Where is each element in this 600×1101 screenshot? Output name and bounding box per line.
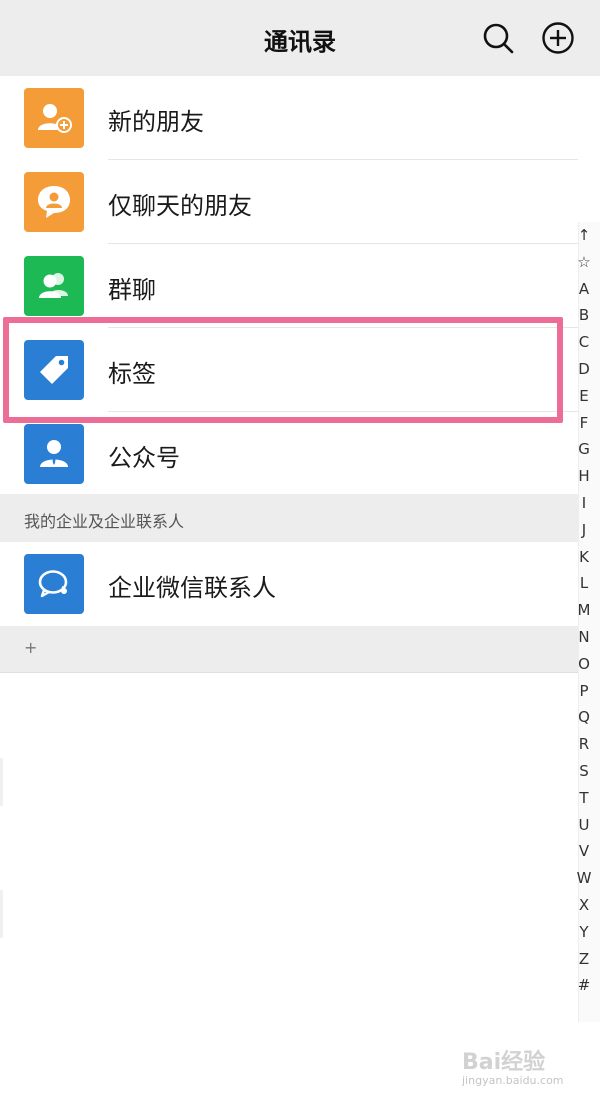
tags-row[interactable]: 标签: [0, 328, 578, 412]
official-account-icon: [24, 424, 84, 484]
enterprise-section-header: 我的企业及企业联系人: [0, 494, 600, 542]
section-title: 我的企业及企业联系人: [24, 512, 185, 531]
index-letter[interactable]: D: [572, 356, 596, 383]
group-chat-icon: [24, 256, 84, 316]
index-letter[interactable]: Y: [572, 919, 596, 946]
index-letter[interactable]: G: [572, 436, 596, 463]
index-letter[interactable]: #: [572, 972, 596, 999]
index-letter[interactable]: E: [572, 383, 596, 410]
index-letter[interactable]: P: [572, 678, 596, 705]
footer-bar: +: [0, 626, 600, 673]
row-label: 仅聊天的朋友: [108, 192, 252, 220]
index-letter[interactable]: F: [572, 410, 596, 437]
index-letter[interactable]: ↑: [572, 222, 596, 249]
index-letter[interactable]: M: [572, 597, 596, 624]
alphabet-index-bar[interactable]: ↑ ☆ A B C D E F G H I J K L M N O P Q R S T U V W X Y Z #: [572, 222, 596, 999]
index-letter[interactable]: T: [572, 785, 596, 812]
add-friend-icon: [24, 88, 84, 148]
edge-mark: [0, 890, 3, 938]
row-label: 新的朋友: [108, 108, 204, 136]
index-letter[interactable]: K: [572, 544, 596, 571]
add-circle-icon: [542, 22, 574, 54]
row-label: 群聊: [108, 276, 156, 304]
watermark-url: jingyan.baidu.com: [462, 1074, 564, 1087]
index-letter[interactable]: R: [572, 731, 596, 758]
index-letter[interactable]: W: [572, 865, 596, 892]
plus-label: +: [24, 638, 38, 657]
index-letter[interactable]: ☆: [572, 249, 596, 276]
index-letter[interactable]: H: [572, 463, 596, 490]
index-letter[interactable]: N: [572, 624, 596, 651]
index-letter[interactable]: X: [572, 892, 596, 919]
top-bar: 通讯录: [0, 0, 600, 76]
index-letter[interactable]: S: [572, 758, 596, 785]
wecom-contact-icon: [24, 554, 84, 614]
chat-only-friend-icon: [24, 172, 84, 232]
index-letter[interactable]: I: [572, 490, 596, 517]
index-letter[interactable]: C: [572, 329, 596, 356]
index-letter[interactable]: U: [572, 812, 596, 839]
index-letter[interactable]: O: [572, 651, 596, 678]
index-letter[interactable]: L: [572, 570, 596, 597]
group-chats-row[interactable]: 群聊: [0, 244, 578, 328]
index-letter[interactable]: V: [572, 838, 596, 865]
contacts-screen: 通讯录 新的朋友 仅聊天的朋友 群聊 标签 公众号 我的企业及企业联系人 企业微…: [0, 0, 600, 1101]
row-label: 企业微信联系人: [108, 574, 276, 602]
index-letter[interactable]: Q: [572, 704, 596, 731]
chat-only-friends-row[interactable]: 仅聊天的朋友: [0, 160, 578, 244]
baidu-watermark: Bai经验 jingyan.baidu.com: [458, 1030, 598, 1090]
official-accounts-row[interactable]: 公众号: [0, 412, 578, 494]
row-label: 公众号: [108, 444, 180, 472]
search-button[interactable]: [480, 20, 516, 56]
index-letter[interactable]: J: [572, 517, 596, 544]
search-icon: [483, 23, 514, 54]
watermark-brand: Bai经验: [462, 1050, 546, 1075]
new-friends-row[interactable]: 新的朋友: [0, 76, 578, 160]
index-letter[interactable]: Z: [572, 946, 596, 973]
edge-mark: [0, 758, 3, 806]
index-letter[interactable]: A: [572, 276, 596, 303]
index-letter[interactable]: B: [572, 302, 596, 329]
tag-icon: [24, 340, 84, 400]
add-button[interactable]: [540, 20, 576, 56]
row-label: 标签: [108, 360, 156, 388]
wecom-contacts-row[interactable]: 企业微信联系人: [0, 542, 578, 626]
